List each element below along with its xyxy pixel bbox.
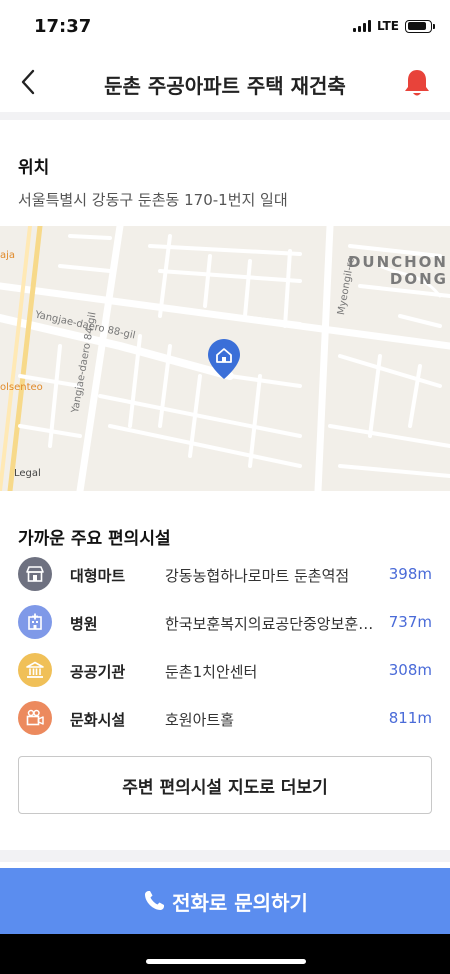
home-indicator-area <box>0 934 450 974</box>
phone-icon <box>145 891 165 910</box>
bell-icon <box>405 70 429 96</box>
facility-category: 대형마트 <box>70 567 126 585</box>
facility-name: 한국보훈복지의료공단중앙보훈병원 <box>165 615 375 633</box>
map-legal-link[interactable]: Legal <box>14 468 41 479</box>
battery-icon <box>405 19 435 33</box>
location-marker-icon[interactable] <box>207 338 241 380</box>
facility-name: 호원아트홀 <box>165 711 235 729</box>
camera-icon <box>18 701 52 735</box>
notification-button[interactable] <box>398 64 436 102</box>
facility-category: 문화시설 <box>70 711 126 729</box>
call-button-label: 전화로 문의하기 <box>172 890 308 915</box>
map-district-label: DUNCHON DONG <box>347 253 448 288</box>
facility-row[interactable]: 대형마트 강동농협하나로마트 둔촌역점 398m <box>0 551 450 599</box>
home-indicator[interactable] <box>146 959 306 964</box>
section-divider <box>0 112 450 120</box>
map-place-label: olsenteo <box>0 382 43 393</box>
location-address: 서울특별시 강동구 둔촌동 170-1번지 일대 <box>18 191 288 209</box>
facility-distance: 737m <box>388 613 432 631</box>
facility-category: 병원 <box>70 615 98 633</box>
location-title: 위치 <box>18 158 50 178</box>
facility-name: 강동농협하나로마트 둔촌역점 <box>165 567 350 585</box>
network-label: LTE <box>376 19 399 33</box>
facilities-title: 가까운 주요 편의시설 <box>18 529 171 549</box>
store-icon <box>18 557 52 591</box>
signal-icon <box>352 20 371 32</box>
facility-row[interactable]: 공공기관 둔촌1치안센터 308m <box>0 647 450 695</box>
facility-distance: 308m <box>388 661 432 679</box>
section-divider <box>0 850 450 862</box>
location-map[interactable]: Yangjae-daero 88-gil Yangjae-daero 84-gi… <box>0 226 450 491</box>
facility-distance: 811m <box>388 709 432 727</box>
facility-row[interactable]: 문화시설 호원아트홀 811m <box>0 695 450 743</box>
facility-category: 공공기관 <box>70 663 126 681</box>
status-time: 17:37 <box>34 16 92 37</box>
more-facilities-map-button[interactable]: 주변 편의시설 지도로 더보기 <box>18 756 432 814</box>
government-icon <box>18 653 52 687</box>
call-inquiry-button[interactable]: 전화로 문의하기 <box>0 868 450 934</box>
map-place-label: aja <box>0 250 16 261</box>
page-title: 둔촌 주공아파트 주택 재건축 <box>104 74 346 98</box>
hospital-icon <box>18 605 52 639</box>
status-indicators: LTE <box>352 19 435 33</box>
facility-name: 둔촌1치안센터 <box>165 663 258 681</box>
status-bar: 17:37 LTE <box>0 0 450 54</box>
facility-row[interactable]: 병원 한국보훈복지의료공단중앙보훈병원 737m <box>0 599 450 647</box>
nav-bar: 둔촌 주공아파트 주택 재건축 <box>0 54 450 112</box>
facility-distance: 398m <box>388 565 432 583</box>
